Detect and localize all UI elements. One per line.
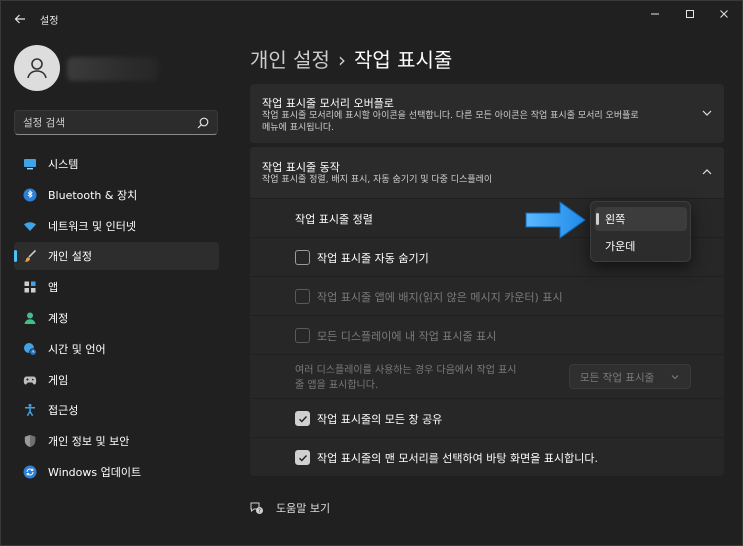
sidebar-item-label: 개인 정보 및 보안 [48,435,130,449]
sidebar-item-gaming[interactable]: 게임 [14,366,219,394]
user-avatar[interactable] [14,45,60,91]
multi-display-value: 모든 작업 표시줄 [580,372,655,384]
badges-checkbox [295,289,310,304]
user-name-blurred [67,57,159,81]
help-chat-icon: ? [250,502,263,514]
settings-search[interactable] [14,110,218,135]
chevron-down-icon [671,375,679,380]
sidebar-item-bluetooth[interactable]: Bluetooth & 장치 [14,181,219,209]
back-button[interactable] [9,8,31,30]
multi-display-desc-line1: 여러 디스플레이를 사용하는 경우 다음에서 작업 표시 [295,365,517,376]
multi-display-row: 여러 디스플레이를 사용하는 경우 다음에서 작업 표시 줄 앱을 표시합니다.… [250,355,724,398]
page-title: 개인 설정 › 작업 표시줄 [250,44,452,73]
breadcrumb-parent[interactable]: 개인 설정 [250,48,330,72]
sidebar-item-label: Bluetooth & 장치 [48,188,138,202]
show-desktop-checkbox[interactable] [295,450,310,465]
chevron-up-icon[interactable] [701,166,713,178]
breadcrumb-current: 작업 표시줄 [353,48,453,72]
share-windows-checkbox[interactable] [295,411,310,426]
multi-display-dropdown: 모든 작업 표시줄 [569,364,691,389]
show-desktop-label: 작업 표시줄의 맨 모서리를 선택하여 바탕 화면을 표시합니다. [317,452,598,465]
share-windows-row[interactable]: 작업 표시줄의 모든 창 공유 [250,399,724,437]
alignment-flyout: 왼쪽 가운데 [590,201,691,262]
maximize-icon [686,10,694,18]
minimize-button[interactable] [638,1,672,27]
multi-display-desc-line2: 줄 앱을 표시합니다. [295,380,379,391]
arrow-right-icon [525,201,586,239]
taskbar-behaviors-title: 작업 표시줄 동작 [262,161,340,174]
sidebar-item-label: 앱 [48,281,59,295]
arrow-left-icon [14,14,25,24]
sidebar-item-system[interactable]: 시스템 [14,150,219,178]
multi-display-desc: 여러 디스플레이를 사용하는 경우 다음에서 작업 표시 줄 앱을 표시합니다. [295,363,560,393]
maximize-button[interactable] [673,1,707,27]
alignment-option-center[interactable]: 가운데 [595,234,687,258]
badges-label: 작업 표시줄 앱에 배지(읽지 않은 메시지 카운터) 표시 [317,291,563,304]
search-input[interactable] [15,111,195,134]
sidebar-item-label: 계정 [48,311,69,325]
bluetooth-icon [23,188,37,202]
wifi-icon [24,221,36,231]
gamepad-icon [23,376,37,385]
sidebar-item-label: 접근성 [48,404,79,418]
corner-overflow-desc-line1: 작업 표시줄 모서리에 표시할 아이콘을 선택합니다. 다른 모든 아이콘은 작… [262,111,639,121]
auto-hide-label: 작업 표시줄 자동 숨기기 [317,252,429,265]
sidebar-item-time-language[interactable]: 시간 및 언어 [14,335,219,363]
app-title: 설정 [40,16,59,27]
title-bar: 설정 [1,1,742,35]
sidebar-item-personalization[interactable]: 개인 설정 [14,242,219,271]
all-displays-row: 모든 디스플레이에 내 작업 표시줄 표시 [250,316,724,354]
person-icon [27,58,47,79]
update-icon [23,465,37,479]
sidebar-item-label: 네트워크 및 인터넷 [48,219,136,233]
sidebar-item-accessibility[interactable]: 접근성 [14,396,219,424]
brush-icon [24,250,37,263]
globe-clock-icon [24,342,37,356]
show-desktop-row[interactable]: 작업 표시줄의 맨 모서리를 선택하여 바탕 화면을 표시합니다. [250,438,724,476]
sidebar-item-label: 개인 설정 [48,250,92,264]
all-displays-label: 모든 디스플레이에 내 작업 표시줄 표시 [317,330,497,343]
search-icon[interactable] [196,116,210,130]
auto-hide-checkbox[interactable] [295,250,310,265]
close-button[interactable] [707,1,741,27]
taskbar-alignment-label: 작업 표시줄 정렬 [295,213,373,226]
chevron-down-icon[interactable] [701,107,713,119]
corner-overflow-desc-line2: 메뉴에 표시됩니다. [262,123,334,133]
checkmark-icon [298,454,307,462]
corner-overflow-title: 작업 표시줄 모서리 오버플로 [262,97,394,110]
share-windows-label: 작업 표시줄의 모든 창 공유 [317,413,443,426]
sidebar-item-accounts[interactable]: 계정 [14,304,219,332]
apps-icon [24,281,36,293]
sidebar-item-windows-update[interactable]: Windows 업데이트 [14,458,219,486]
all-displays-checkbox [295,328,310,343]
person-icon [24,312,36,324]
sidebar-item-network[interactable]: 네트워크 및 인터넷 [14,212,219,240]
sidebar-item-apps[interactable]: 앱 [14,273,219,301]
taskbar-behaviors-header[interactable]: 작업 표시줄 동작 작업 표시줄 정렬, 배지 표시, 자동 숨기기 및 다중 … [250,147,724,198]
taskbar-behaviors-desc: 작업 표시줄 정렬, 배지 표시, 자동 숨기기 및 다중 디스플레이 [262,175,493,185]
close-icon [720,10,728,18]
sidebar-item-label: 시간 및 언어 [48,342,106,356]
badges-row: 작업 표시줄 앱에 배지(읽지 않은 메시지 카운터) 표시 [250,277,724,315]
svg-text:?: ? [258,508,261,514]
help-label: 도움말 보기 [276,502,331,515]
sidebar-nav: 시스템 Bluetooth & 장치 네트워크 및 인터넷 개인 설정 앱 계정… [14,150,219,489]
help-link[interactable]: ? 도움말 보기 [250,500,330,516]
breadcrumb-separator: › [337,48,346,72]
checkmark-icon [298,415,307,423]
sidebar-item-label: Windows 업데이트 [48,465,142,479]
accessibility-icon [25,404,35,417]
sidebar-item-label: 시스템 [48,158,79,171]
corner-overflow-card[interactable]: 작업 표시줄 모서리 오버플로 작업 표시줄 모서리에 표시할 아이콘을 선택합… [250,84,724,143]
sidebar-item-privacy-security[interactable]: 개인 정보 및 보안 [14,427,219,455]
sidebar-item-label: 게임 [48,373,69,387]
minimize-icon [651,13,659,15]
settings-window: 설정 시스템 Bluetooth & 장치 네트워크 및 인터넷 [0,0,743,546]
monitor-icon [24,159,36,170]
alignment-option-left[interactable]: 왼쪽 [595,207,687,231]
shield-icon [24,435,36,448]
